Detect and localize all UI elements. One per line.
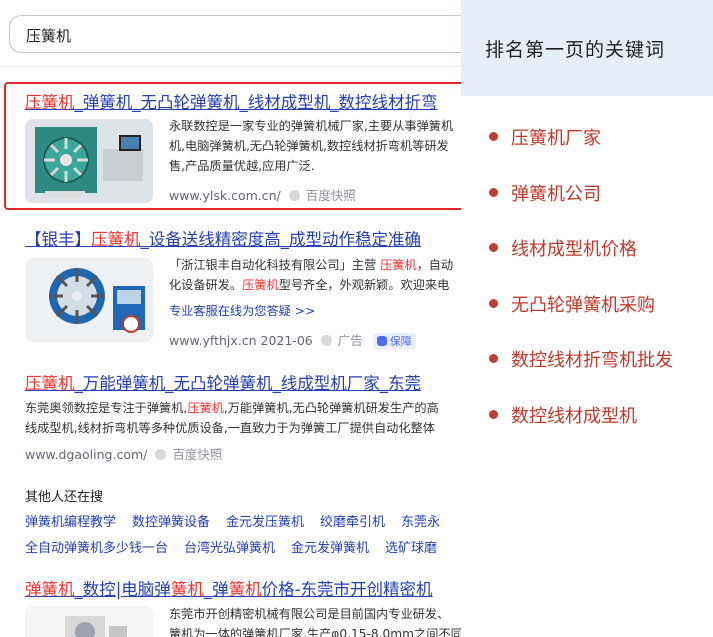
guarantee-badge[interactable]: 保障 [372, 333, 416, 349]
keyword-item[interactable]: 数控线材成型机 [489, 402, 673, 458]
result-title-link[interactable]: 压簧机_万能弹簧机_无凸轮弹簧机_线成型机厂家_东莞 [25, 370, 461, 394]
related-search-link[interactable]: 金元发弹簧机 [291, 541, 369, 556]
related-search-link[interactable]: 台湾光弘弹簧机 [184, 541, 275, 556]
desc-line: 簧机为一体的弹簧机厂家,生产φ0.15-8.0mm之间不同 [169, 627, 461, 637]
keyword-list: 压簧机厂家 弹簧机公司 线材成型机价格 无凸轮弹簧机采购 数控线材折弯机批发 数… [489, 124, 673, 457]
bullet-icon [489, 298, 498, 308]
result-thumbnail[interactable] [25, 119, 153, 203]
bullet-icon [489, 354, 498, 363]
result-meta: www.dgaoling.com/百度快照 [25, 444, 222, 463]
search-box[interactable] [9, 15, 461, 53]
desc-line: 东莞市开创精密机械有限公司是目前国内专业研发、 [169, 607, 450, 621]
bullet-icon [489, 132, 498, 141]
sidebar-header: 排名第一页的关键词 [461, 0, 713, 96]
desc-line: 线成型机,线材折弯机等多种优质设备,一直致力于为弹簧工厂提供自动化整体 [25, 421, 435, 435]
result-date: 2021-06 [260, 333, 313, 348]
desc-line: 机,电脑弹簧机,无凸轮弹簧机,数控线材折弯机等研发 [169, 139, 449, 153]
divider [0, 66, 461, 67]
desc-line: 售,产品质量优越,应用广泛. [169, 159, 315, 173]
related-search-link[interactable]: 绞磨牵引机 [320, 515, 385, 530]
result-description: 东莞奥领数控是专注于弹簧机,压簧机,万能弹簧机,无凸轮弹簧机研发生产的高 线成型… [25, 398, 461, 438]
more-icon[interactable] [155, 449, 167, 460]
result-meta: www.ylsk.com.cn/百度快照 [169, 185, 356, 204]
related-searches-row: 弹簧机编程教学 数控弹簧设备 金元发压簧机 绞磨牵引机 东莞永 [25, 511, 456, 530]
sidebar-title: 排名第一页的关键词 [485, 38, 666, 61]
related-search-link[interactable]: 数控弹簧设备 [132, 515, 210, 530]
desc-line: 永联数控是一家专业的弹簧机械厂家,主要从事弹簧机 [169, 119, 454, 133]
result-title-link[interactable]: 弹簧机_数控|电脑弹簧机_弹簧机价格-东莞市开创精密机 [25, 576, 461, 600]
related-search-link[interactable]: 金元发压簧机 [226, 515, 304, 530]
result-description: 东莞市开创精密机械有限公司是目前国内专业研发、 簧机为一体的弹簧机厂家,生产φ0… [169, 604, 461, 637]
search-result: 弹簧机_数控|电脑弹簧机_弹簧机价格-东莞市开创精密机 东莞市开创精密机械有限公… [25, 576, 461, 637]
result-description: 永联数控是一家专业的弹簧机械厂家,主要从事弹簧机 机,电脑弹簧机,无凸轮弹簧机,… [169, 116, 461, 176]
related-search-link[interactable]: 全自动弹簧机多少钱一台 [25, 541, 168, 556]
bullet-icon [489, 409, 498, 419]
bullet-icon [489, 243, 498, 252]
desc-line: 东莞奥领数控是专注于弹簧机,压簧机,万能弹簧机,无凸轮弹簧机研发生产的高 [25, 401, 439, 415]
search-result: 压簧机_弹簧机_无凸轮弹簧机_线材成型机_数控线材折弯 永联数控是一家专业的弹簧… [25, 89, 461, 203]
result-description: 「浙江银丰自动化科技有限公司」主营 压簧机，自动 化设备研发。压簧机型号齐全，外… [169, 255, 461, 321]
result-url[interactable]: www.ylsk.com.cn/ [169, 188, 281, 203]
related-search-link[interactable]: 选矿球磨 [385, 541, 437, 556]
desc-line: 化设备研发。压簧机型号齐全，外观新颖。欢迎来电 [169, 278, 450, 292]
keyword-item[interactable]: 无凸轮弹簧机采购 [489, 291, 673, 347]
result-url[interactable]: www.yfthjx.cn [169, 333, 257, 348]
keyword-item[interactable]: 压簧机厂家 [489, 124, 673, 180]
result-url[interactable]: www.dgaoling.com/ [25, 447, 147, 462]
spring-machine-image [25, 119, 153, 203]
search-input[interactable] [24, 25, 428, 45]
result-title-link[interactable]: 压簧机_弹簧机_无凸轮弹簧机_线材成型机_数控线材折弯 [25, 89, 461, 113]
spring-machine-image [25, 258, 153, 342]
check-icon [376, 336, 387, 346]
snapshot-link[interactable]: 百度快照 [172, 447, 222, 462]
result-meta: www.yfthjx.cn 2021-06 广告 保障 [169, 330, 416, 349]
search-result: 压簧机_万能弹簧机_无凸轮弹簧机_线成型机厂家_东莞 东莞奥领数控是专注于弹簧机… [25, 370, 461, 462]
result-thumbnail[interactable] [25, 258, 153, 342]
search-results-panel: 压簧机_弹簧机_无凸轮弹簧机_线材成型机_数控线材折弯 永联数 [0, 0, 461, 637]
related-search-link[interactable]: 弹簧机编程教学 [25, 515, 116, 530]
bullet-icon [489, 187, 498, 197]
desc-line: 「浙江银丰自动化科技有限公司」主营 压簧机，自动 [169, 258, 454, 272]
spring-machine-image [25, 606, 153, 637]
keyword-item[interactable]: 线材成型机价格 [489, 235, 673, 291]
keyword-item[interactable]: 弹簧机公司 [489, 180, 673, 236]
related-searches-title: 其他人还在搜 [25, 490, 104, 505]
related-search-link[interactable]: 东莞永 [401, 515, 440, 530]
result-thumbnail[interactable] [25, 606, 153, 637]
more-icon[interactable] [288, 190, 300, 201]
result-title-link[interactable]: 【银丰】压簧机_设备送线精密度高_成型动作稳定准确 [25, 226, 461, 250]
snapshot-link[interactable]: 百度快照 [306, 188, 356, 203]
keyword-item[interactable]: 数控线材折弯机批发 [489, 346, 673, 402]
keyword-sidebar: 排名第一页的关键词 压簧机厂家 弹簧机公司 线材成型机价格 无凸轮弹簧机采购 数… [461, 0, 713, 637]
service-link[interactable]: 专业客服在线为您答疑 >> [169, 301, 461, 321]
more-icon[interactable] [320, 335, 332, 346]
ad-label: 广告 [337, 333, 363, 348]
search-result-ad: 【银丰】压簧机_设备送线精密度高_成型动作稳定准确 「浙江银丰自动化科技有限公司 [25, 226, 461, 349]
related-searches-row: 全自动弹簧机多少钱一台 台湾光弘弹簧机 金元发弹簧机 选矿球磨 [25, 537, 453, 556]
